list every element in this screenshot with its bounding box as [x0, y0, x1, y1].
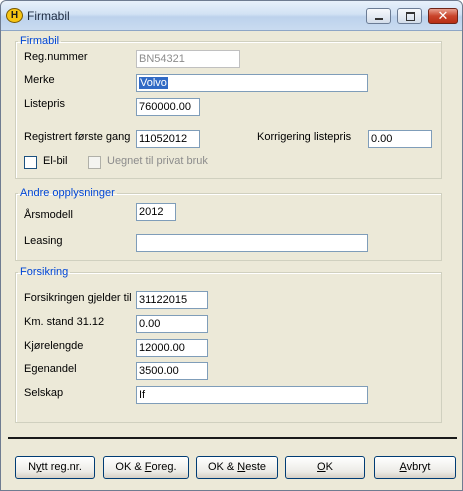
reg-nummer-label: Reg.nummer [24, 51, 88, 63]
andre-opplysninger-legend: Andre opplysninger [20, 187, 115, 199]
close-icon: ✕ [437, 8, 449, 23]
avbryt-button[interactable]: Avbryt [374, 456, 456, 479]
reg-nummer-field[interactable]: BN54321 [136, 50, 240, 68]
window-title: Firmabil [27, 9, 70, 23]
registrert-forste-gang-label: Registrert første gang [24, 131, 131, 143]
nytt-reg-nr-button[interactable]: Nytt reg.nr. [15, 456, 95, 479]
km-stand-field[interactable]: 0.00 [136, 315, 208, 333]
ok-neste-button[interactable]: OK & Neste [196, 456, 278, 479]
korrigering-listepris-field[interactable]: 0.00 [368, 130, 432, 148]
arsmodell-label: Årsmodell [24, 209, 73, 221]
forsikring-gjelder-til-label: Forsikringen gjelder til [24, 292, 132, 304]
merke-label: Merke [24, 74, 55, 86]
korrigering-listepris-label: Korrigering listepris [257, 131, 352, 143]
uegnet-privat-bruk-label: Uegnet til privat bruk [107, 155, 208, 167]
egenandel-label: Egenandel [24, 363, 77, 375]
ok-button[interactable]: OK [285, 456, 365, 479]
firmabil-legend: Firmabil [20, 35, 60, 47]
merke-field[interactable]: Volvo [136, 74, 368, 92]
button-separator [8, 437, 457, 439]
el-bil-checkbox[interactable] [24, 156, 37, 169]
firmabil-dialog: H Firmabil ✕ Firmabil Reg.nummer BN54321… [0, 0, 463, 491]
minimize-button[interactable] [366, 8, 391, 24]
forsikring-gjelder-til-field[interactable]: 31122015 [136, 291, 208, 309]
ok-foreg-button[interactable]: OK & Foreg. [103, 456, 189, 479]
el-bil-label: El-bil [43, 155, 68, 167]
kjorelengde-field[interactable]: 12000.00 [136, 339, 208, 357]
uegnet-privat-bruk-checkbox[interactable] [88, 156, 101, 169]
leasing-field[interactable] [136, 234, 368, 252]
listepris-label: Listepris [24, 98, 65, 110]
leasing-label: Leasing [24, 235, 63, 247]
registrert-forste-gang-field[interactable]: 11052012 [136, 130, 200, 148]
selskap-field[interactable]: If [136, 386, 368, 404]
km-stand-label: Km. stand 31.12 [24, 316, 105, 328]
title-bar[interactable]: H Firmabil ✕ [1, 1, 462, 31]
close-button[interactable]: ✕ [428, 8, 458, 24]
forsikring-legend: Forsikring [20, 266, 69, 278]
arsmodell-field[interactable]: 2012 [136, 203, 176, 221]
maximize-button[interactable] [397, 8, 422, 24]
selskap-label: Selskap [24, 387, 64, 399]
listepris-field[interactable]: 760000.00 [136, 98, 200, 116]
app-logo-icon: H [6, 8, 23, 23]
kjorelengde-label: Kjørelengde [24, 340, 84, 352]
merke-value: Volvo [139, 77, 168, 89]
egenandel-field[interactable]: 3500.00 [136, 362, 208, 380]
